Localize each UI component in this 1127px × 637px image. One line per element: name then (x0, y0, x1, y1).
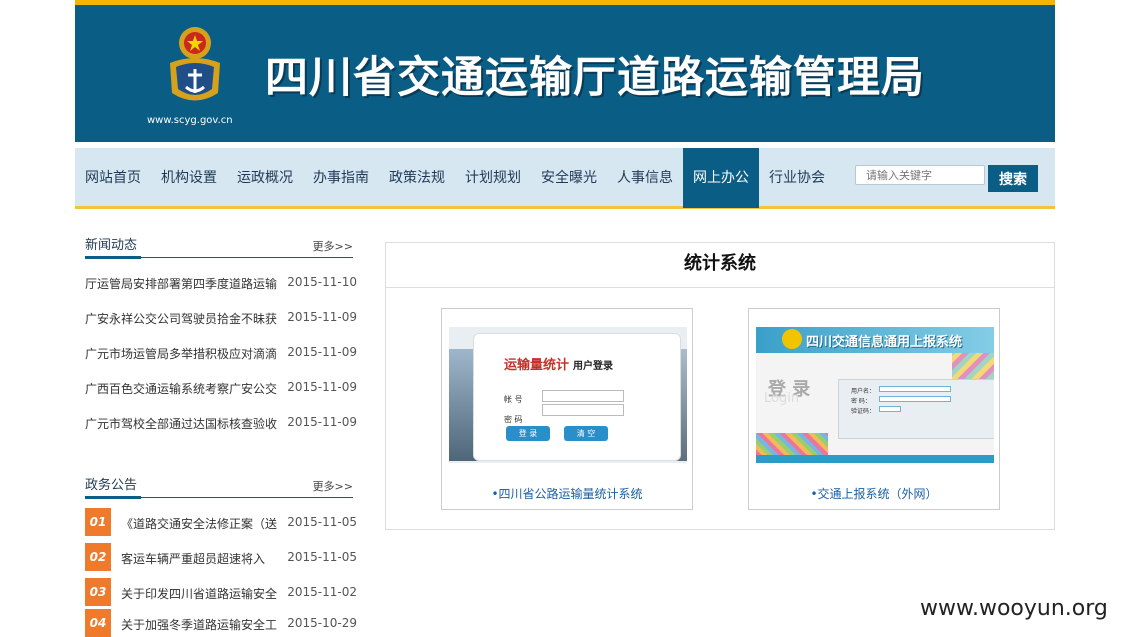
notices-section-title: 政务公告 (85, 478, 138, 493)
thumb-password-field (542, 404, 624, 416)
notice-item-date: 2015-11-05 (287, 550, 357, 564)
thumb-logo-text: 运输量统计 (504, 358, 570, 373)
card-traffic-report-system[interactable]: 四川交通信息通用上报系统 登 录 Login 用户名： 密 码： 验证码： •交… (748, 308, 1000, 510)
news-section-title: 新闻动态 (85, 238, 138, 253)
watermark: www.wooyun.org (920, 596, 1108, 621)
news-item-title[interactable]: 广西百色交通运输系统考察广安公交 (85, 380, 280, 397)
nav-item-safety[interactable]: 安全曝光 (531, 148, 607, 208)
site-title: 四川省交通运输厅道路运输管理局 (265, 53, 925, 103)
nav-item-online-office[interactable]: 网上办公 (683, 148, 759, 208)
panel-title: 统计系统 (386, 243, 1054, 288)
notice-item-title[interactable]: 《道路交通安全法修正案（送 (121, 515, 281, 532)
news-item-title[interactable]: 广元市场运管局多举措积极应对滴滴 (85, 345, 280, 362)
nav-items: 网站首页 机构设置 运政概况 办事指南 政策法规 计划规划 安全曝光 人事信息 … (75, 148, 835, 208)
notice-item: 03 关于印发四川省道路运输安全 2015-11-02 (85, 578, 357, 606)
thumb-user-label: 用户名： (851, 388, 876, 395)
nav-item-policy[interactable]: 政策法规 (379, 148, 455, 208)
notice-item: 01 《道路交通安全法修正案（送 2015-11-05 (85, 508, 357, 536)
national-emblem-icon (170, 27, 220, 101)
thumb-footer (756, 455, 994, 463)
thumb-user-field (879, 386, 951, 392)
thumb-code-label: 验证码： (851, 408, 876, 415)
thumb-password-label: 密 码 (504, 415, 523, 424)
news-item-title[interactable]: 厅运管局安排部署第四季度道路运输 (85, 275, 280, 292)
nav-item-organization[interactable]: 机构设置 (151, 148, 227, 208)
thumb-account-label: 帐 号 (504, 395, 523, 404)
thumb-login-en: Login (764, 391, 800, 406)
news-item-date: 2015-11-09 (287, 380, 357, 394)
card-thumbnail: 运输量统计 用户登录 帐 号 密 码 登 录 清 空 (449, 327, 687, 463)
nav-item-guide[interactable]: 办事指南 (303, 148, 379, 208)
thumb-title: 四川交通信息通用上报系统 (806, 335, 963, 350)
news-item-date: 2015-11-09 (287, 345, 357, 359)
notice-item: 02 客运车辆严重超员超速将入 2015-11-05 (85, 543, 357, 571)
thumb-clear-button: 清 空 (564, 426, 608, 441)
page: www.scyg.gov.cn 四川省交通运输厅道路运输管理局 网站首页 机构设… (0, 0, 1127, 637)
nav-item-planning[interactable]: 计划规划 (455, 148, 531, 208)
search-button[interactable]: 搜索 (988, 165, 1038, 192)
thumb-login-form: 用户名： 密 码： 验证码： (838, 379, 994, 439)
card-transport-stats-system[interactable]: 运输量统计 用户登录 帐 号 密 码 登 录 清 空 •四川省公路运输量统计系统 (441, 308, 693, 510)
section-title-underline (85, 256, 141, 259)
nav-item-personnel[interactable]: 人事信息 (607, 148, 683, 208)
news-item: 广安永祥公交公司驾驶员拾金不昧获 2015-11-09 (85, 310, 357, 330)
thumb-login-button: 登 录 (506, 426, 550, 441)
notice-item: 04 关于加强冬季道路运输安全工 2015-10-29 (85, 609, 357, 637)
news-item-title[interactable]: 广元市驾校全部通过达国标核查验收 (85, 415, 280, 432)
main-nav: 网站首页 机构设置 运政概况 办事指南 政策法规 计划规划 安全曝光 人事信息 … (75, 148, 1055, 209)
news-section-header: 新闻动态 更多>> (85, 232, 353, 259)
news-more-link[interactable]: 更多>> (313, 238, 353, 254)
news-item-date: 2015-11-09 (287, 415, 357, 429)
notice-number-badge: 04 (85, 609, 111, 637)
section-title-underline (85, 496, 141, 499)
notice-item-title[interactable]: 关于印发四川省道路运输安全 (121, 585, 281, 602)
thumb-subtitle: 用户登录 (573, 361, 614, 372)
nav-item-overview[interactable]: 运政概况 (227, 148, 303, 208)
thumb-logo: 运输量统计 用户登录 (504, 354, 613, 373)
card-thumbnail: 四川交通信息通用上报系统 登 录 Login 用户名： 密 码： 验证码： (756, 327, 994, 463)
thumb-decoration (756, 433, 828, 455)
news-item: 广元市驾校全部通过达国标核查验收 2015-11-09 (85, 415, 357, 435)
notice-item-date: 2015-11-02 (287, 585, 357, 599)
notice-number-badge: 02 (85, 543, 111, 571)
search-input[interactable] (855, 165, 985, 185)
card-caption[interactable]: •四川省公路运输量统计系统 (442, 485, 692, 502)
site-url: www.scyg.gov.cn (147, 115, 233, 126)
notice-item-title[interactable]: 关于加强冬季道路运输安全工 (121, 616, 281, 633)
header-banner: www.scyg.gov.cn 四川省交通运输厅道路运输管理局 (75, 0, 1055, 142)
nav-item-association[interactable]: 行业协会 (759, 148, 835, 208)
thumb-login-box: 运输量统计 用户登录 帐 号 密 码 登 录 清 空 (473, 333, 681, 461)
news-item-date: 2015-11-09 (287, 310, 357, 324)
thumb-code-field (879, 406, 901, 412)
thumb-logo-icon (782, 329, 802, 349)
card-caption[interactable]: •交通上报系统（外网） (749, 485, 999, 502)
notice-item-date: 2015-10-29 (287, 616, 357, 630)
news-item: 广元市场运管局多举措积极应对滴滴 2015-11-09 (85, 345, 357, 365)
notice-item-title[interactable]: 客运车辆严重超员超速将入 (121, 550, 281, 567)
news-item: 厅运管局安排部署第四季度道路运输 2015-11-10 (85, 275, 357, 295)
news-item-title[interactable]: 广安永祥公交公司驾驶员拾金不昧获 (85, 310, 280, 327)
news-item-date: 2015-11-10 (287, 275, 357, 289)
thumb-pass-field (879, 396, 951, 402)
news-item: 广西百色交通运输系统考察广安公交 2015-11-09 (85, 380, 357, 400)
notice-number-badge: 03 (85, 578, 111, 606)
notice-number-badge: 01 (85, 508, 111, 536)
notice-item-date: 2015-11-05 (287, 515, 357, 529)
nav-item-home[interactable]: 网站首页 (75, 148, 151, 208)
thumb-account-field (542, 390, 624, 402)
notices-more-link[interactable]: 更多>> (313, 478, 353, 494)
thumb-pass-label: 密 码： (851, 398, 871, 405)
notices-section-header: 政务公告 更多>> (85, 472, 353, 499)
